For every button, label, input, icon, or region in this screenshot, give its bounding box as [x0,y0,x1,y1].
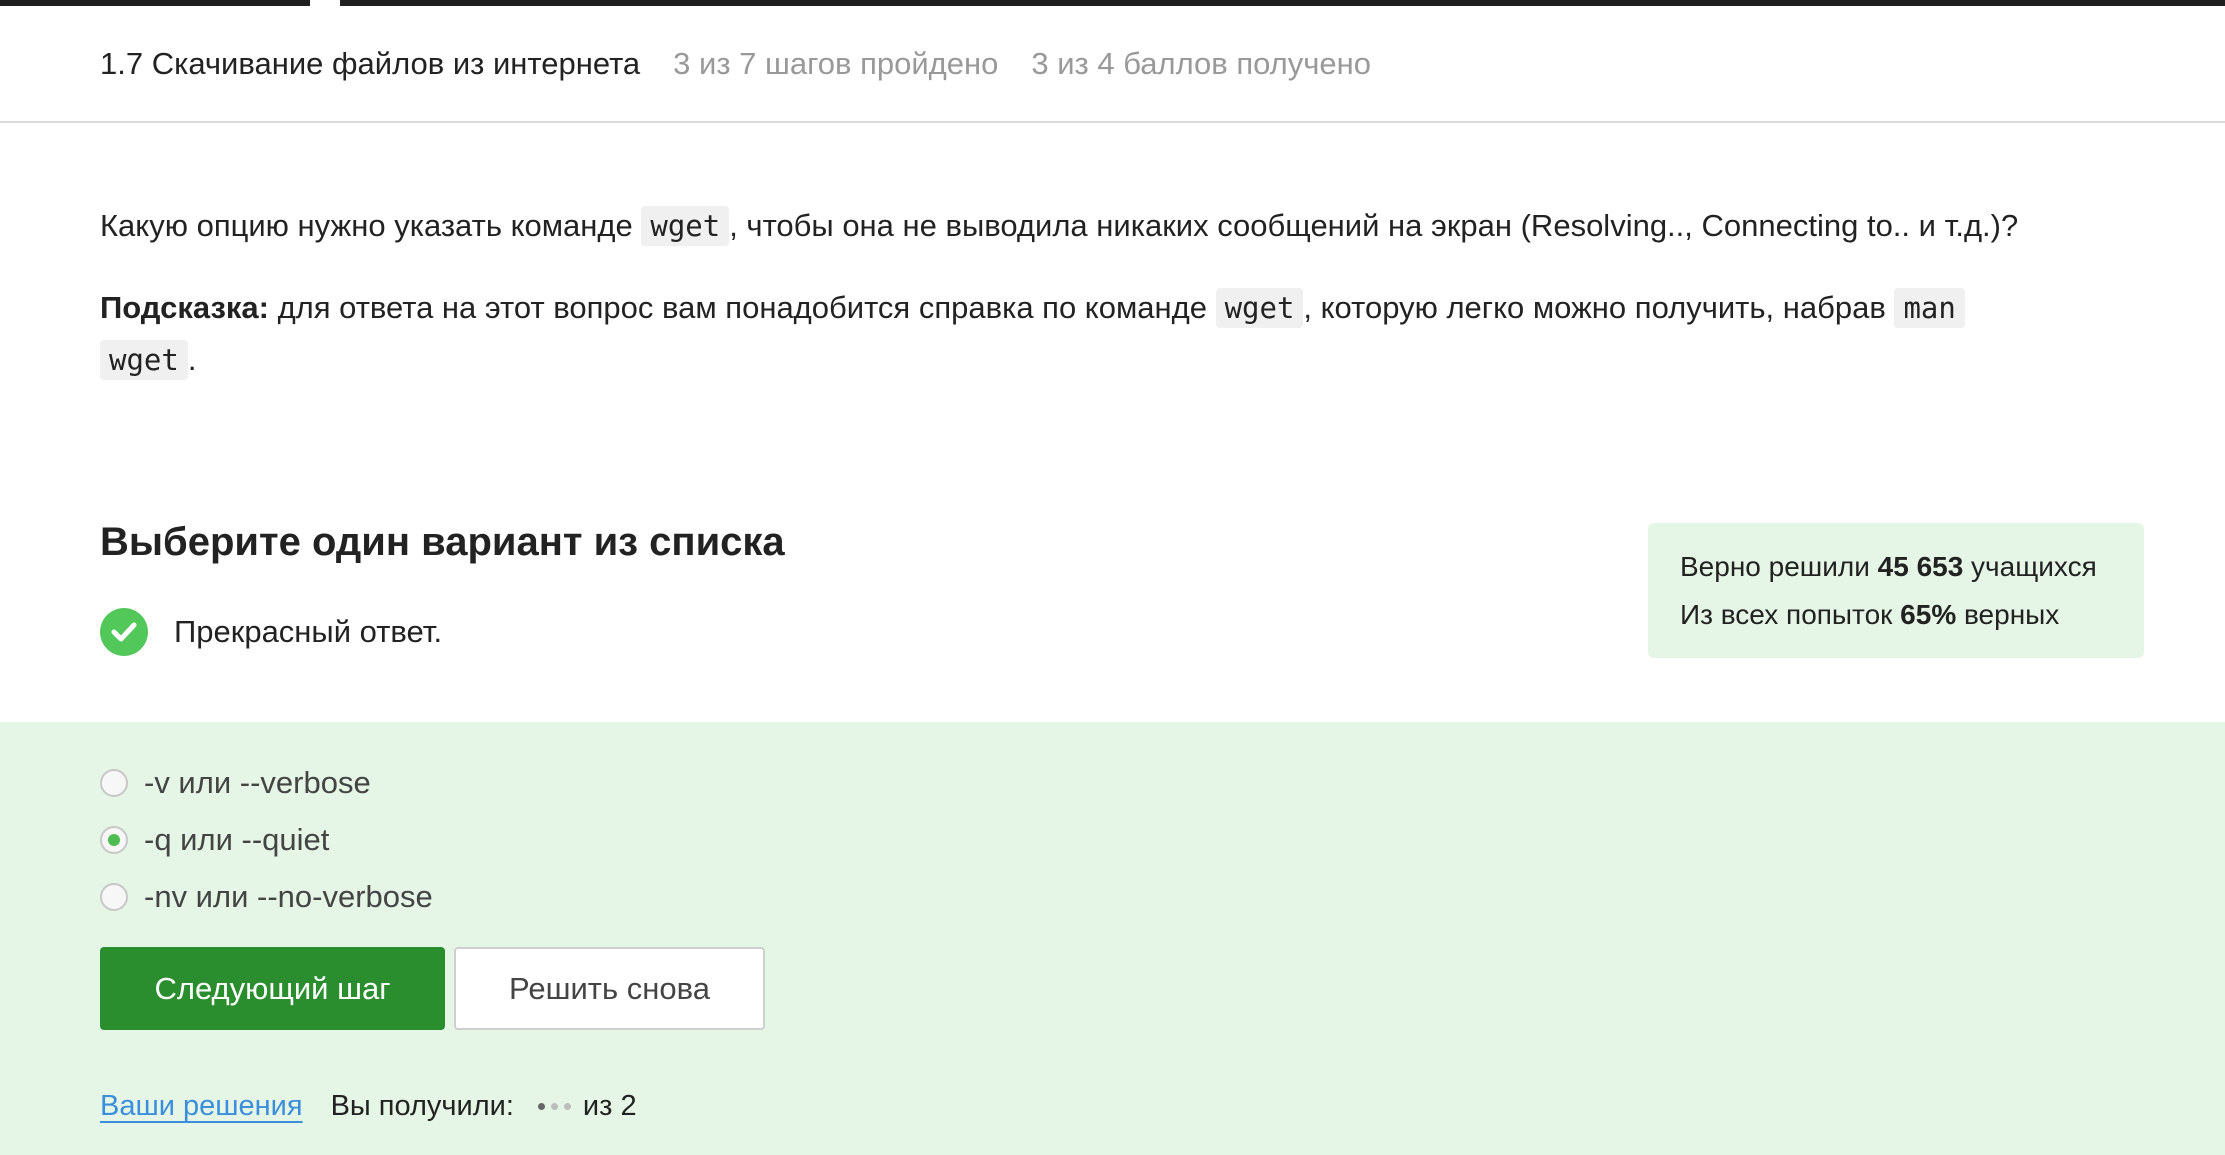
point-dot [537,1103,545,1110]
feedback-text: Прекрасный ответ. [174,614,443,649]
radio-button[interactable] [100,882,128,911]
retry-button[interactable]: Решить снова [454,947,765,1030]
solved-count: 45 653 [1877,551,1964,582]
stats-panel: Верно решили 45 653 учащихся Из всех поп… [1648,523,2144,658]
option-label: -v или --verbose [144,764,371,800]
question-body: Какую опцию нужно указать команде wget, … [100,200,2130,416]
lesson-header: 1.7 Скачивание файлов из интернета 3 из … [0,6,2225,123]
lesson-title[interactable]: 1.7 Скачивание файлов из интернета [100,46,640,82]
next-step-button[interactable]: Следующий шаг [100,947,445,1030]
option-quiet[interactable]: -q или --quiet [100,811,433,868]
option-no-verbose[interactable]: -nv или --no-verbose [100,868,433,925]
steps-progress: 3 из 7 шагов пройдено [673,45,999,81]
feedback-message: Прекрасный ответ. [100,608,442,656]
code-wget-man: wget [100,340,188,380]
hint-text-part: для ответа на этот вопрос вам понадобитс… [268,290,1216,325]
question-text-part: Какую опцию нужно указать команде [100,208,642,243]
stats-text: учащихся [1963,551,2097,582]
stats-text: Из всех попыток [1680,599,1901,630]
your-solutions-link[interactable]: Ваши решения [100,1090,303,1123]
code-wget-hint: wget [1215,288,1304,328]
radio-button[interactable] [100,768,128,797]
checkmark-icon [100,608,148,656]
stats-text: верных [1956,599,2060,630]
hint-text-part: , которую легко можно получить, набрав [1303,290,1895,325]
stats-percent: Из всех попыток 65% верных [1680,591,2112,639]
code-man: man [1894,288,1965,328]
point-dot [563,1103,571,1110]
stats-solved: Верно решили 45 653 учащихся [1680,543,2112,591]
radio-button-selected[interactable] [100,825,128,854]
point-dot [550,1103,558,1110]
stats-text: Верно решили [1680,551,1878,582]
hint-text: Подсказка: для ответа на этот вопрос вам… [100,282,2130,386]
correct-percent: 65% [1900,599,1957,630]
points-out-of: из 2 [582,1090,637,1122]
option-label: -nv или --no-verbose [144,878,433,914]
code-wget: wget [641,206,730,246]
quiz-title: Выберите один вариант из списка [100,520,785,564]
answer-area: -v или --verbose -q или --quiet -nv или … [0,722,2225,1155]
option-verbose[interactable]: -v или --verbose [100,754,433,811]
hint-text-end: . [187,342,197,377]
points-progress: 3 из 4 баллов получено [1031,45,1372,81]
points-dots [537,1103,571,1110]
received-label: Вы получили: [330,1090,514,1122]
options-list: -v или --verbose -q или --quiet -nv или … [100,754,433,925]
question-text: Какую опцию нужно указать команде wget, … [100,200,2130,252]
footer-bar: Ваши решения Вы получили: из 2 [100,1090,637,1123]
option-label: -q или --quiet [144,821,330,857]
question-text-part: , чтобы она не выводила никаких сообщени… [729,208,2019,243]
hint-label: Подсказка: [100,290,269,325]
